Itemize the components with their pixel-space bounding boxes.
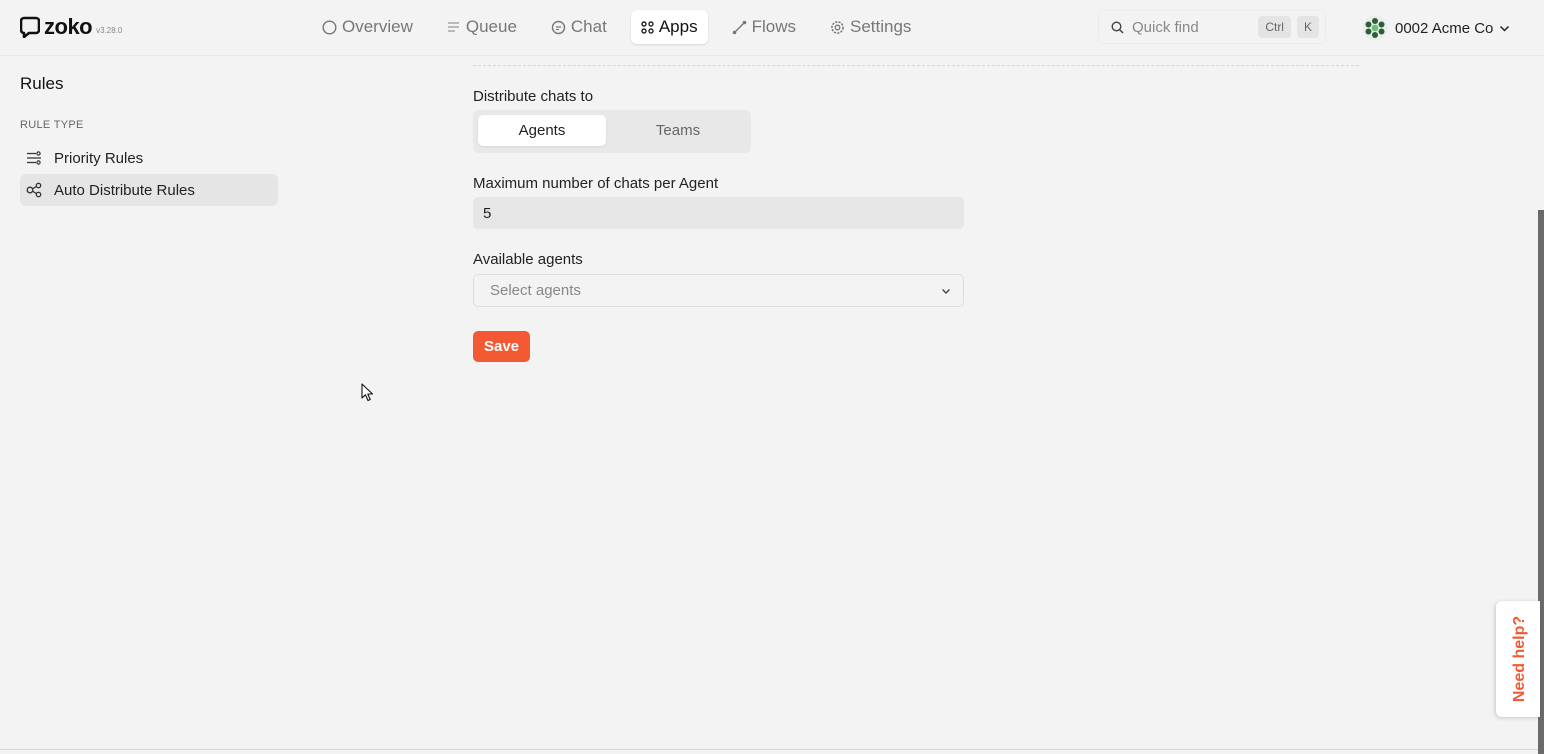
nav-queue-label: Queue: [465, 17, 517, 36]
nav-queue[interactable]: Queue: [437, 10, 527, 44]
need-help-tab[interactable]: Need help?: [1496, 601, 1540, 717]
max-chats-input[interactable]: [473, 197, 964, 229]
quick-find-search[interactable]: Quick find Ctrl K: [1098, 10, 1326, 44]
chevron-down-icon: [1500, 25, 1510, 32]
gear-icon: [831, 20, 844, 34]
distribute-target-toggle: Agents Teams: [473, 110, 751, 153]
need-help-label: Need help?: [1511, 615, 1528, 703]
flows-icon: [732, 20, 746, 34]
nav-apps[interactable]: Apps: [630, 10, 708, 44]
circle-icon: [322, 19, 337, 35]
top-bar: zoko v3.28.0 Overview Queue Chat Apps Fl…: [0, 0, 1544, 56]
nav-flows[interactable]: Flows: [722, 10, 806, 44]
section-divider: [473, 65, 1359, 66]
logo-wordmark: zoko: [44, 14, 93, 39]
mouse-cursor-icon: [361, 383, 374, 402]
sidebar-title: Rules: [20, 74, 64, 93]
queue-icon: [447, 22, 459, 32]
agents-select-placeholder: Select agents: [490, 282, 581, 299]
nav-apps-label: Apps: [658, 17, 698, 36]
shortcut-k-key: K: [1296, 16, 1319, 38]
available-agents-label: Available agents: [473, 251, 583, 268]
account-switcher[interactable]: 0002 Acme Co: [1362, 13, 1510, 43]
search-icon: [1111, 20, 1124, 34]
apps-grid-icon: [641, 20, 654, 34]
distribute-chats-label: Distribute chats to: [473, 88, 594, 105]
max-chats-label: Maximum number of chats per Agent: [473, 175, 719, 192]
chat-icon: [551, 20, 566, 34]
nav-overview-label: Overview: [342, 17, 413, 36]
account-avatar: [1362, 15, 1388, 41]
account-name: 0002 Acme Co: [1395, 19, 1494, 37]
save-button[interactable]: Save: [473, 331, 530, 362]
quick-find-label: Quick find: [1132, 18, 1199, 36]
nav-settings-label: Settings: [849, 17, 912, 36]
main-nav: Overview Queue Chat Apps Flows Settings: [312, 10, 935, 44]
segment-teams[interactable]: Teams: [614, 115, 742, 146]
bottom-border: [0, 749, 1538, 750]
sidebar-item-label: Auto Distribute Rules: [54, 181, 195, 199]
shortcut-ctrl-key: Ctrl: [1258, 16, 1291, 38]
nav-overview[interactable]: Overview: [312, 10, 423, 44]
sidebar-item-priority-rules[interactable]: Priority Rules: [20, 142, 278, 174]
zoko-logo-icon: [20, 16, 40, 38]
segment-agents[interactable]: Agents: [478, 115, 606, 146]
sidebar-section-heading: RULE TYPE: [20, 119, 84, 131]
nav-flows-label: Flows: [751, 17, 796, 36]
app-version: v3.28.0: [96, 25, 123, 35]
available-agents-select[interactable]: Select agents: [473, 274, 964, 307]
chevron-down-icon: [942, 288, 950, 294]
sidebar-item-auto-distribute-rules[interactable]: Auto Distribute Rules: [20, 174, 278, 206]
zoko-logo[interactable]: zoko v3.28.0: [20, 14, 122, 40]
nav-chat-label: Chat: [570, 17, 607, 36]
nav-settings[interactable]: Settings: [820, 10, 921, 44]
sidebar-item-label: Priority Rules: [54, 149, 144, 167]
nav-chat[interactable]: Chat: [541, 10, 617, 44]
priority-rules-icon: [27, 151, 41, 165]
distribute-icon: [26, 182, 42, 198]
